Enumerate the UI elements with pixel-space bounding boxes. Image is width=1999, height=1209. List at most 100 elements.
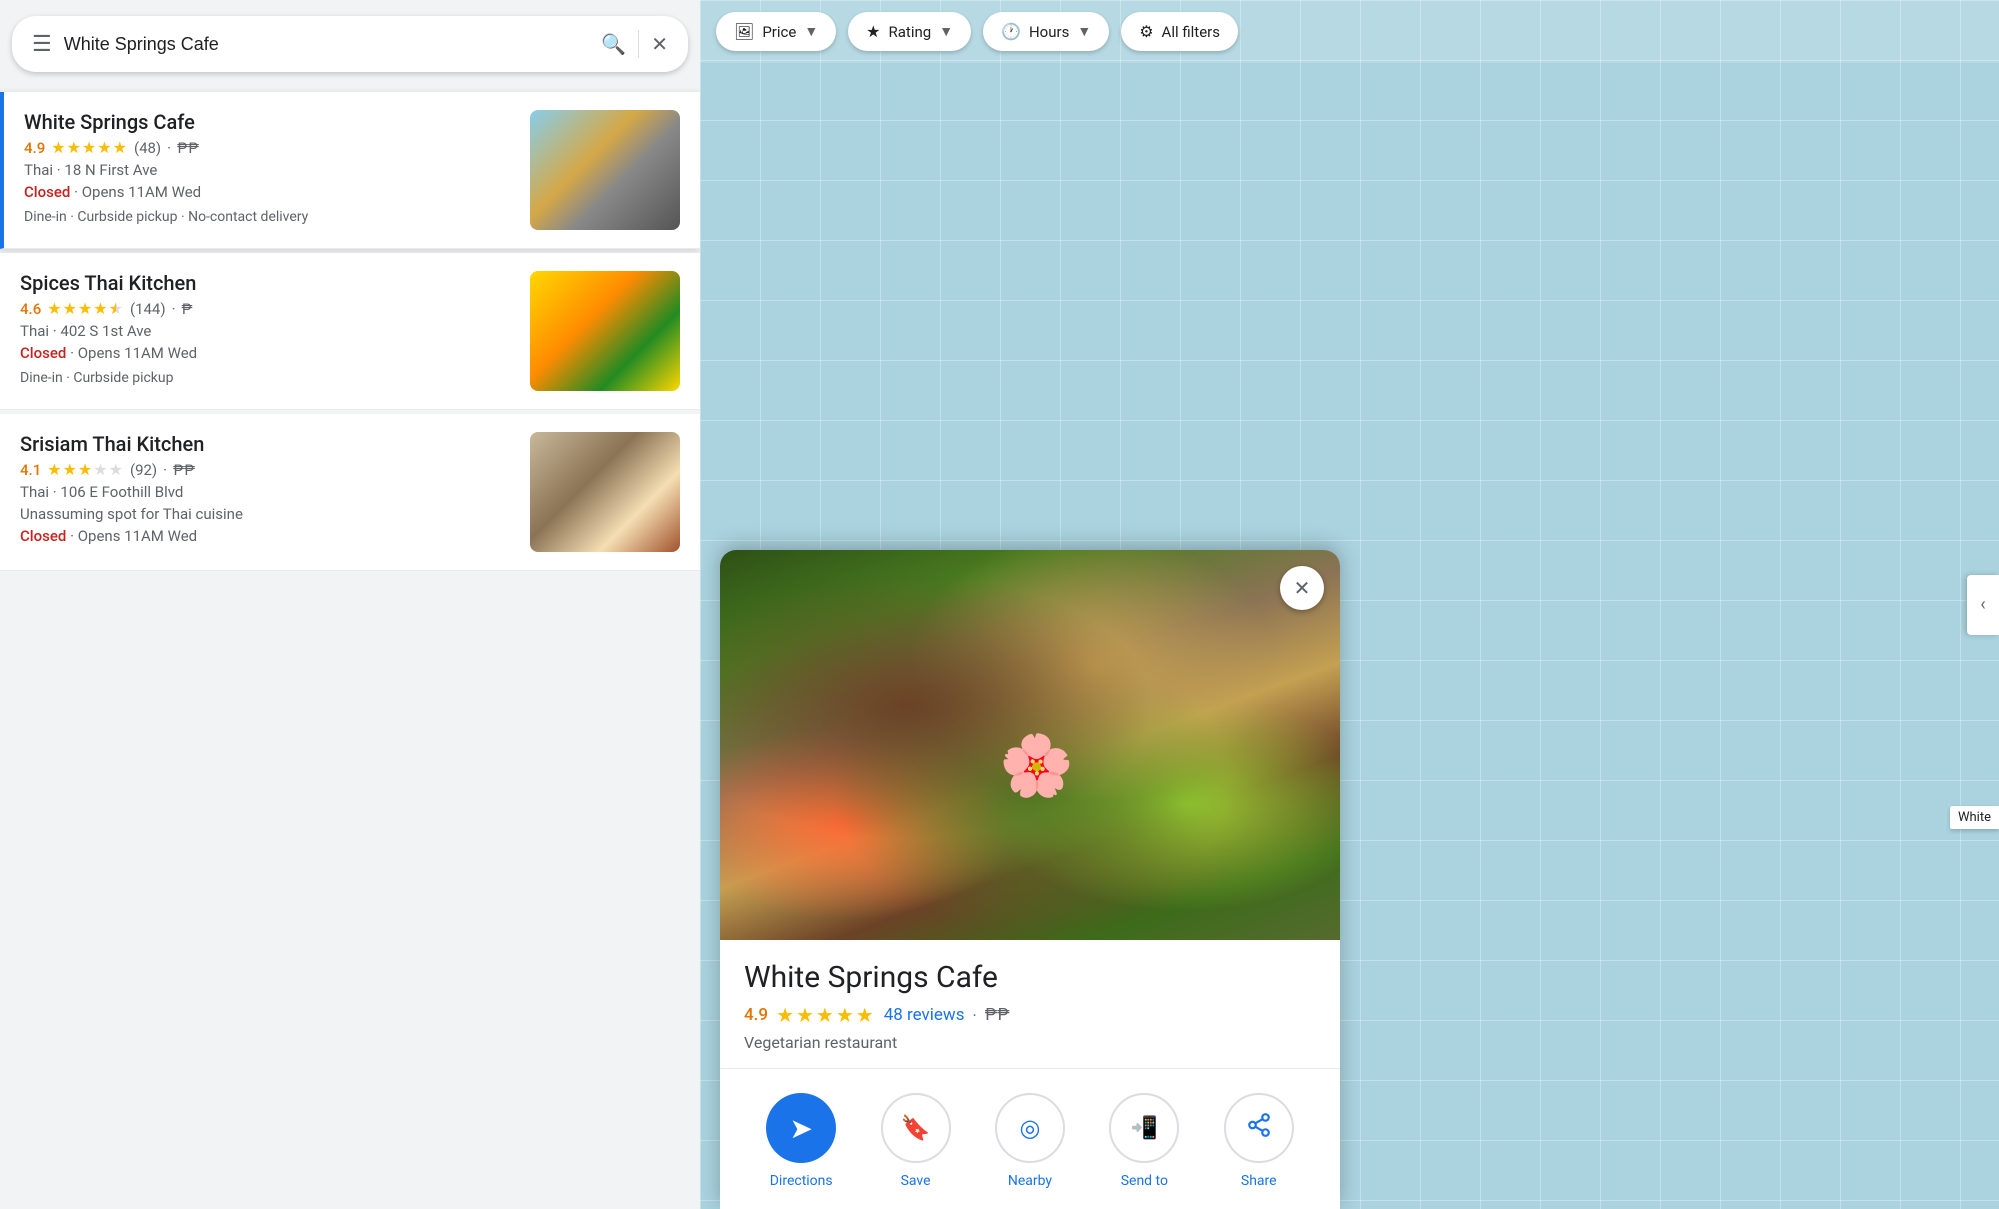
- search-divider: [638, 30, 639, 58]
- services-1: Dine-in · Curbside pickup · No-contact d…: [24, 209, 514, 225]
- status-closed-2: Closed: [20, 344, 66, 362]
- rating-row-1: 4.9 ★★★★★ (48) · ₱₱: [24, 138, 514, 157]
- share-icon-circle: [1224, 1093, 1294, 1163]
- cuisine-address-1: Thai · 18 N First Ave: [24, 161, 514, 179]
- directions-button[interactable]: ➤ Directions: [746, 1093, 856, 1189]
- edge-label: White: [1950, 806, 1999, 829]
- price-2: ₱: [182, 300, 193, 318]
- restaurant-name-1: White Springs Cafe: [24, 110, 514, 134]
- status-hours-2: Closed · Opens 11AM Wed: [20, 344, 514, 362]
- scroll-indicator[interactable]: ‹: [1967, 575, 1999, 635]
- price-dropdown-icon: ▼: [804, 23, 818, 40]
- stars-3: ★★★★★: [47, 460, 124, 479]
- detail-photo[interactable]: [720, 550, 1340, 940]
- detail-card: ✕ White Springs Cafe 4.9 ★★★★★ 48 review…: [720, 550, 1340, 1209]
- card-content-white-springs: White Springs Cafe 4.9 ★★★★★ (48) · ₱₱ T…: [24, 110, 514, 225]
- card-content-spices: Spices Thai Kitchen 4.6 ★★★★★★ (144) · ₱…: [20, 271, 514, 386]
- filter-all-label: All filters: [1162, 23, 1220, 41]
- directions-icon: ➤: [789, 1112, 812, 1145]
- search-input[interactable]: [64, 34, 590, 55]
- detail-rating-row: 4.9 ★★★★★ 48 reviews · ₱₱: [744, 1003, 1316, 1027]
- detail-type: Vegetarian restaurant: [744, 1033, 1316, 1052]
- detail-stars: ★★★★★: [776, 1003, 876, 1027]
- card-image-3: [530, 432, 680, 552]
- directions-label: Directions: [770, 1173, 833, 1189]
- search-icon[interactable]: 🔍: [601, 32, 626, 56]
- stars-2: ★★★★★★: [47, 299, 124, 318]
- card-content-srisiam: Srisiam Thai Kitchen 4.1 ★★★★★ (92) · ₱₱…: [20, 432, 514, 549]
- reviews-1: (48): [134, 139, 161, 157]
- map-area: 🖼 Price ▼ ★ Rating ▼ 🕐 Hours ▼ ⚙ All fil…: [700, 0, 1999, 1209]
- price-1: ₱₱: [177, 139, 199, 157]
- send-to-label: Send to: [1121, 1173, 1168, 1189]
- filter-all[interactable]: ⚙ All filters: [1121, 12, 1238, 51]
- rating-icon: ★: [866, 22, 880, 41]
- result-card-srisiam[interactable]: Srisiam Thai Kitchen 4.1 ★★★★★ (92) · ₱₱…: [0, 414, 700, 571]
- cuisine-address-2: Thai · 402 S 1st Ave: [20, 322, 514, 340]
- card-image-2: [530, 271, 680, 391]
- menu-icon[interactable]: ☰: [32, 32, 52, 57]
- status-hours-1: Closed · Opens 11AM Wed: [24, 183, 514, 201]
- rating-dropdown-icon: ▼: [939, 23, 953, 40]
- directions-icon-circle: ➤: [766, 1093, 836, 1163]
- price-icon: 🖼: [734, 22, 754, 41]
- filter-price[interactable]: 🖼 Price ▼: [716, 12, 836, 51]
- card-image-1: [530, 110, 680, 230]
- detail-info: White Springs Cafe 4.9 ★★★★★ 48 reviews …: [720, 940, 1340, 1209]
- cuisine-address-3: Thai · 106 E Foothill Blvd: [20, 483, 514, 501]
- detail-price: ₱₱: [985, 1005, 1010, 1025]
- chevron-left-icon: ‹: [1980, 594, 1985, 615]
- services-2: Dine-in · Curbside pickup: [20, 370, 514, 386]
- share-label: Share: [1241, 1173, 1277, 1189]
- restaurant-name-2: Spices Thai Kitchen: [20, 271, 514, 295]
- description-3: Unassuming spot for Thai cuisine: [20, 505, 514, 523]
- detail-restaurant-name: White Springs Cafe: [744, 960, 1316, 995]
- detail-reviews-link[interactable]: 48 reviews: [884, 1005, 965, 1025]
- restaurant-name-3: Srisiam Thai Kitchen: [20, 432, 514, 456]
- filter-price-label: Price: [762, 23, 796, 41]
- price-3: ₱₱: [173, 461, 195, 479]
- clear-search-icon[interactable]: ✕: [651, 32, 668, 56]
- detail-rating-num: 4.9: [744, 1005, 768, 1025]
- rating-num-2: 4.6: [20, 300, 41, 318]
- filter-rating-label: Rating: [889, 23, 932, 41]
- filter-hours[interactable]: 🕐 Hours ▼: [983, 12, 1109, 51]
- share-icon: [1246, 1112, 1272, 1144]
- filter-bar: 🖼 Price ▼ ★ Rating ▼ 🕐 Hours ▼ ⚙ All fil…: [700, 0, 1999, 63]
- left-panel: ☰ 🔍 ✕ White Springs Cafe 4.9 ★★★★★ (48) …: [0, 0, 700, 1209]
- search-bar: ☰ 🔍 ✕: [12, 16, 688, 72]
- detail-divider: [720, 1068, 1340, 1069]
- reviews-3: (92): [130, 461, 157, 479]
- close-detail-button[interactable]: ✕: [1280, 566, 1324, 610]
- send-to-icon-circle: 📲: [1109, 1093, 1179, 1163]
- nearby-label: Nearby: [1008, 1173, 1052, 1189]
- stars-1: ★★★★★: [51, 138, 128, 157]
- save-label: Save: [901, 1173, 931, 1189]
- filter-hours-label: Hours: [1029, 23, 1069, 41]
- status-closed-3: Closed: [20, 527, 66, 545]
- send-to-icon: 📲: [1131, 1116, 1158, 1141]
- save-button[interactable]: 🔖 Save: [861, 1093, 971, 1189]
- rating-num-1: 4.9: [24, 139, 45, 157]
- reviews-2: (144): [130, 300, 166, 318]
- rating-row-3: 4.1 ★★★★★ (92) · ₱₱: [20, 460, 514, 479]
- status-closed-1: Closed: [24, 183, 70, 201]
- send-to-button[interactable]: 📲 Send to: [1089, 1093, 1199, 1189]
- save-icon-circle: 🔖: [881, 1093, 951, 1163]
- hours-icon: 🕐: [1001, 22, 1021, 41]
- filter-rating[interactable]: ★ Rating ▼: [848, 12, 971, 51]
- nearby-button[interactable]: ◎ Nearby: [975, 1093, 1085, 1189]
- close-icon: ✕: [1294, 576, 1311, 600]
- rating-num-3: 4.1: [20, 461, 41, 479]
- nearby-icon-circle: ◎: [995, 1093, 1065, 1163]
- results-list: White Springs Cafe 4.9 ★★★★★ (48) · ₱₱ T…: [0, 88, 700, 1209]
- status-hours-3: Closed · Opens 11AM Wed: [20, 527, 514, 545]
- all-filters-icon: ⚙: [1139, 22, 1153, 41]
- nearby-icon: ◎: [1019, 1114, 1040, 1142]
- result-card-white-springs[interactable]: White Springs Cafe 4.9 ★★★★★ (48) · ₱₱ T…: [0, 92, 700, 249]
- hours-dropdown-icon: ▼: [1077, 23, 1091, 40]
- share-button[interactable]: Share: [1204, 1093, 1314, 1189]
- rating-row-2: 4.6 ★★★★★★ (144) · ₱: [20, 299, 514, 318]
- action-buttons: ➤ Directions 🔖 Save ◎ Nearby: [744, 1085, 1316, 1193]
- result-card-spices[interactable]: Spices Thai Kitchen 4.6 ★★★★★★ (144) · ₱…: [0, 253, 700, 410]
